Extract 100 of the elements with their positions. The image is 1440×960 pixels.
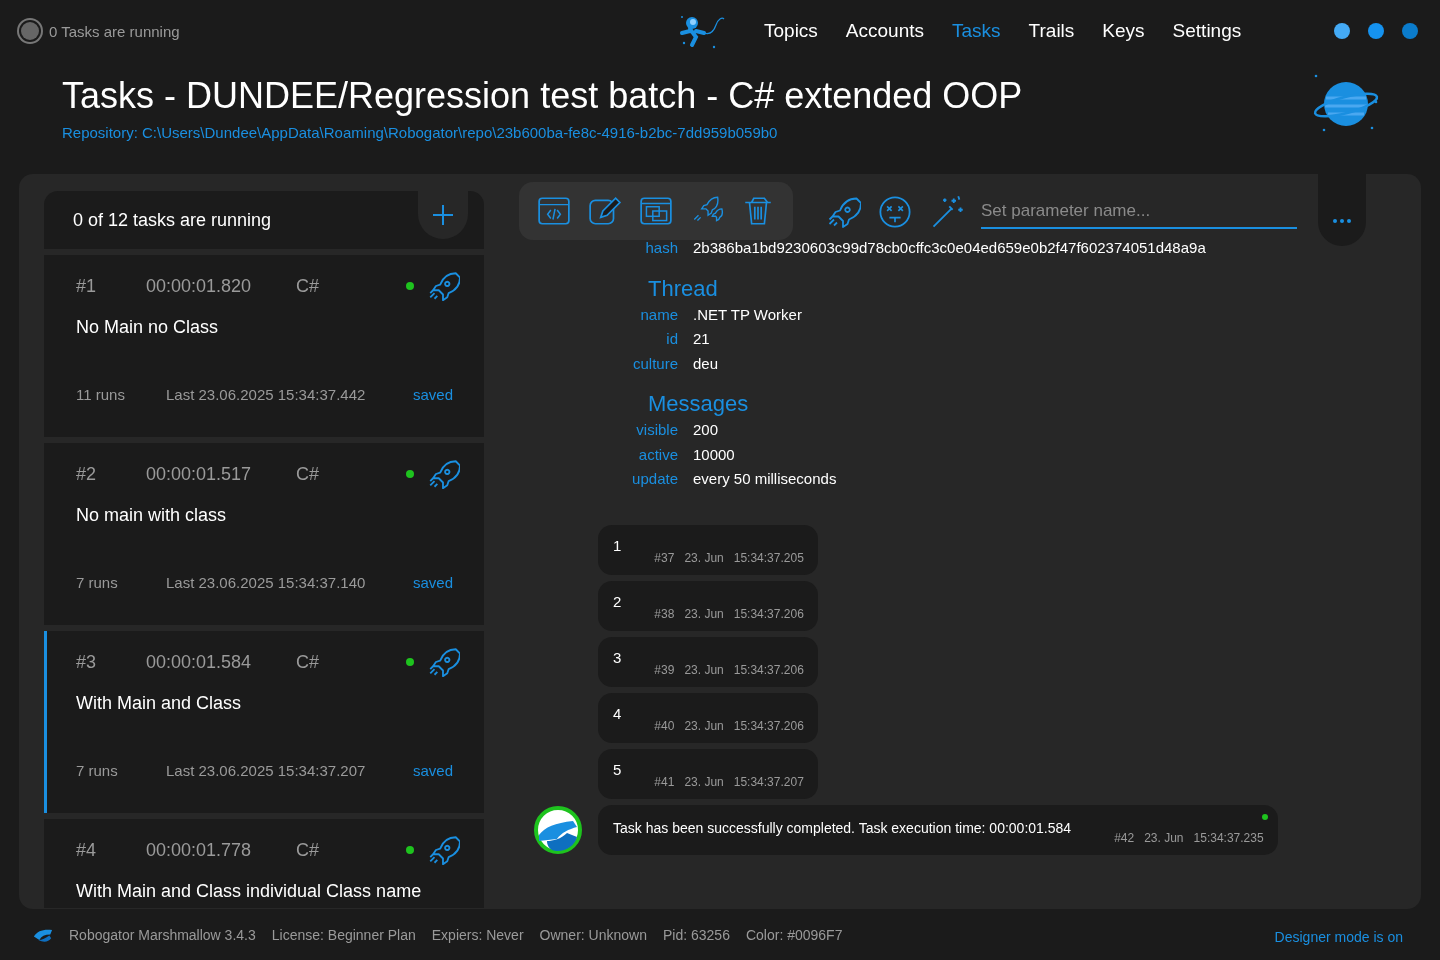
field-value: 2b386ba1bd9230603c99d78cb0cffc3c0e04ed659e0b2f47f602374051d48a9a bbox=[693, 239, 1206, 256]
task-card[interactable]: #4 00:00:01.778 C# With Main and Class individual Class name bbox=[44, 819, 484, 908]
message-text: 1 bbox=[613, 537, 622, 554]
windows-icon[interactable] bbox=[639, 194, 673, 228]
message-number: #39 bbox=[654, 662, 675, 677]
plus-icon bbox=[431, 203, 455, 227]
field-label: active bbox=[637, 445, 679, 463]
message-text: 3 bbox=[613, 649, 622, 666]
message-date: 23. Jun bbox=[684, 606, 724, 621]
nav-tab[interactable]: Tasks bbox=[938, 20, 1015, 42]
task-language: C# bbox=[296, 463, 320, 485]
nav-tab[interactable]: Keys bbox=[1088, 20, 1159, 42]
field-value: deu bbox=[693, 354, 719, 372]
status-indicator-icon bbox=[21, 22, 39, 40]
field-label: update bbox=[631, 470, 679, 487]
field-value: .NET TP Worker bbox=[693, 305, 802, 323]
task-language: C# bbox=[296, 651, 320, 673]
status-item: Expiers: Never bbox=[431, 927, 524, 943]
field-label: hash bbox=[644, 239, 679, 256]
field-value: every 50 milliseconds bbox=[693, 470, 837, 487]
run-count: 11 runs bbox=[76, 386, 126, 403]
task-language: C# bbox=[296, 839, 320, 861]
save-state: saved bbox=[412, 574, 453, 591]
message-number: #37 bbox=[654, 550, 675, 565]
message-number: #40 bbox=[654, 718, 675, 733]
app-logo-icon bbox=[33, 927, 53, 943]
page-title: Tasks - DUNDEE/Regression test batch - C# extended OOP bbox=[62, 74, 1023, 118]
add-button[interactable] bbox=[418, 191, 468, 239]
run-count: 7 runs bbox=[76, 574, 119, 591]
repository-path: Repository: C:\Users\Dundee\AppData\Roaming\Robogator\repo\23b600ba-fe8c-4916-b2bc-7dd959b059b0 bbox=[62, 124, 779, 141]
message-time: 15:34:37.206 bbox=[733, 662, 804, 677]
task-name: With Main and Class bbox=[76, 693, 243, 714]
status-item: License: Beginner Plan bbox=[271, 927, 416, 943]
message-text: 4 bbox=[613, 705, 622, 722]
run-count: 7 runs bbox=[76, 762, 119, 779]
message-number: #41 bbox=[654, 774, 675, 789]
task-number: #2 bbox=[76, 463, 98, 485]
task-duration: 00:00:01.778 bbox=[146, 839, 253, 861]
message-time: 15:34:37.235 bbox=[1193, 830, 1264, 845]
task-duration: 00:00:01.517 bbox=[146, 463, 253, 485]
task-language: C# bbox=[296, 275, 320, 297]
field-value: 200 bbox=[693, 421, 719, 438]
nav-tab[interactable]: Accounts bbox=[831, 20, 938, 42]
message-text: 2 bbox=[613, 593, 622, 610]
close-icon[interactable] bbox=[1402, 23, 1418, 39]
parameter-field[interactable]: Set parameter name... bbox=[981, 195, 1297, 229]
running-summary: 0 of 12 tasks are running bbox=[73, 209, 272, 231]
field-label: culture bbox=[631, 354, 679, 372]
section-heading: Messages bbox=[648, 391, 750, 417]
status-item: Pid: 63256 bbox=[662, 927, 730, 943]
field-label: visible bbox=[635, 421, 679, 438]
field-value: 21 bbox=[693, 330, 710, 347]
message-time: 15:34:37.207 bbox=[733, 774, 804, 789]
task-duration: 00:00:01.820 bbox=[146, 275, 253, 297]
task-card[interactable]: #1 00:00:01.820 C# No Main no Class 11 runs Last 23.06.2025 15:34:37.442 saved bbox=[44, 255, 484, 437]
task-name: No Main no Class bbox=[76, 317, 220, 338]
task-name: With Main and Class individual Class name bbox=[76, 881, 423, 902]
last-run: Last 23.06.2025 15:34:37.207 bbox=[166, 762, 367, 779]
nav-tab[interactable]: Topics bbox=[750, 20, 832, 42]
avatar-icon bbox=[533, 804, 583, 855]
message-date: 23. Jun bbox=[684, 662, 724, 677]
save-state: saved bbox=[412, 386, 453, 403]
task-number: #3 bbox=[76, 651, 98, 673]
field-label: name bbox=[639, 305, 679, 323]
task-name: No main with class bbox=[76, 505, 228, 526]
nav-tab[interactable]: Settings bbox=[1158, 20, 1256, 42]
section-heading: Thread bbox=[648, 275, 719, 302]
designer-mode-link[interactable]: Designer mode is on bbox=[1274, 929, 1403, 945]
task-number: #1 bbox=[76, 275, 98, 297]
message-time: 15:34:37.206 bbox=[733, 606, 804, 621]
more-icon bbox=[1330, 218, 1354, 224]
status-item: Owner: Unknown bbox=[539, 927, 647, 943]
minimize-icon[interactable] bbox=[1334, 23, 1350, 39]
last-run: Last 23.06.2025 15:34:37.442 bbox=[166, 386, 367, 403]
message-date: 23. Jun bbox=[1144, 830, 1184, 845]
maximize-icon[interactable] bbox=[1368, 23, 1384, 39]
message-number: #38 bbox=[654, 606, 675, 621]
message-text: Task has been successfully completed. Task execution time: 00:00:01.584 bbox=[613, 819, 1072, 836]
task-card[interactable]: #3 00:00:01.584 C# With Main and Class 7 runs Last 23.06.2025 15:34:37.207 saved bbox=[44, 631, 484, 813]
message-text: 5 bbox=[613, 761, 622, 778]
last-run: Last 23.06.2025 15:34:37.140 bbox=[166, 574, 367, 591]
task-duration: 00:00:01.584 bbox=[146, 651, 253, 673]
message-time: 15:34:37.205 bbox=[733, 550, 804, 565]
save-state: saved bbox=[412, 762, 453, 779]
running-status: 0 Tasks are running bbox=[49, 22, 180, 40]
message-date: 23. Jun bbox=[684, 550, 724, 565]
online-dot-icon bbox=[1261, 813, 1268, 820]
task-number: #4 bbox=[76, 839, 98, 861]
edit-icon[interactable] bbox=[588, 194, 622, 228]
dizzy-face-icon[interactable] bbox=[877, 194, 913, 230]
code-window-icon[interactable] bbox=[537, 194, 571, 228]
message-time: 15:34:37.206 bbox=[733, 718, 804, 733]
message-date: 23. Jun bbox=[684, 718, 724, 733]
message-number: #42 bbox=[1114, 830, 1135, 845]
field-value: 10000 bbox=[693, 445, 735, 463]
field-label: id bbox=[665, 330, 679, 347]
task-card[interactable]: #2 00:00:01.517 C# No main with class 7 runs Last 23.06.2025 15:34:37.140 saved bbox=[44, 443, 484, 625]
nav-tab[interactable]: Trails bbox=[1014, 20, 1089, 42]
status-item: Color: #0096F7 bbox=[745, 927, 843, 943]
message-date: 23. Jun bbox=[684, 774, 724, 789]
